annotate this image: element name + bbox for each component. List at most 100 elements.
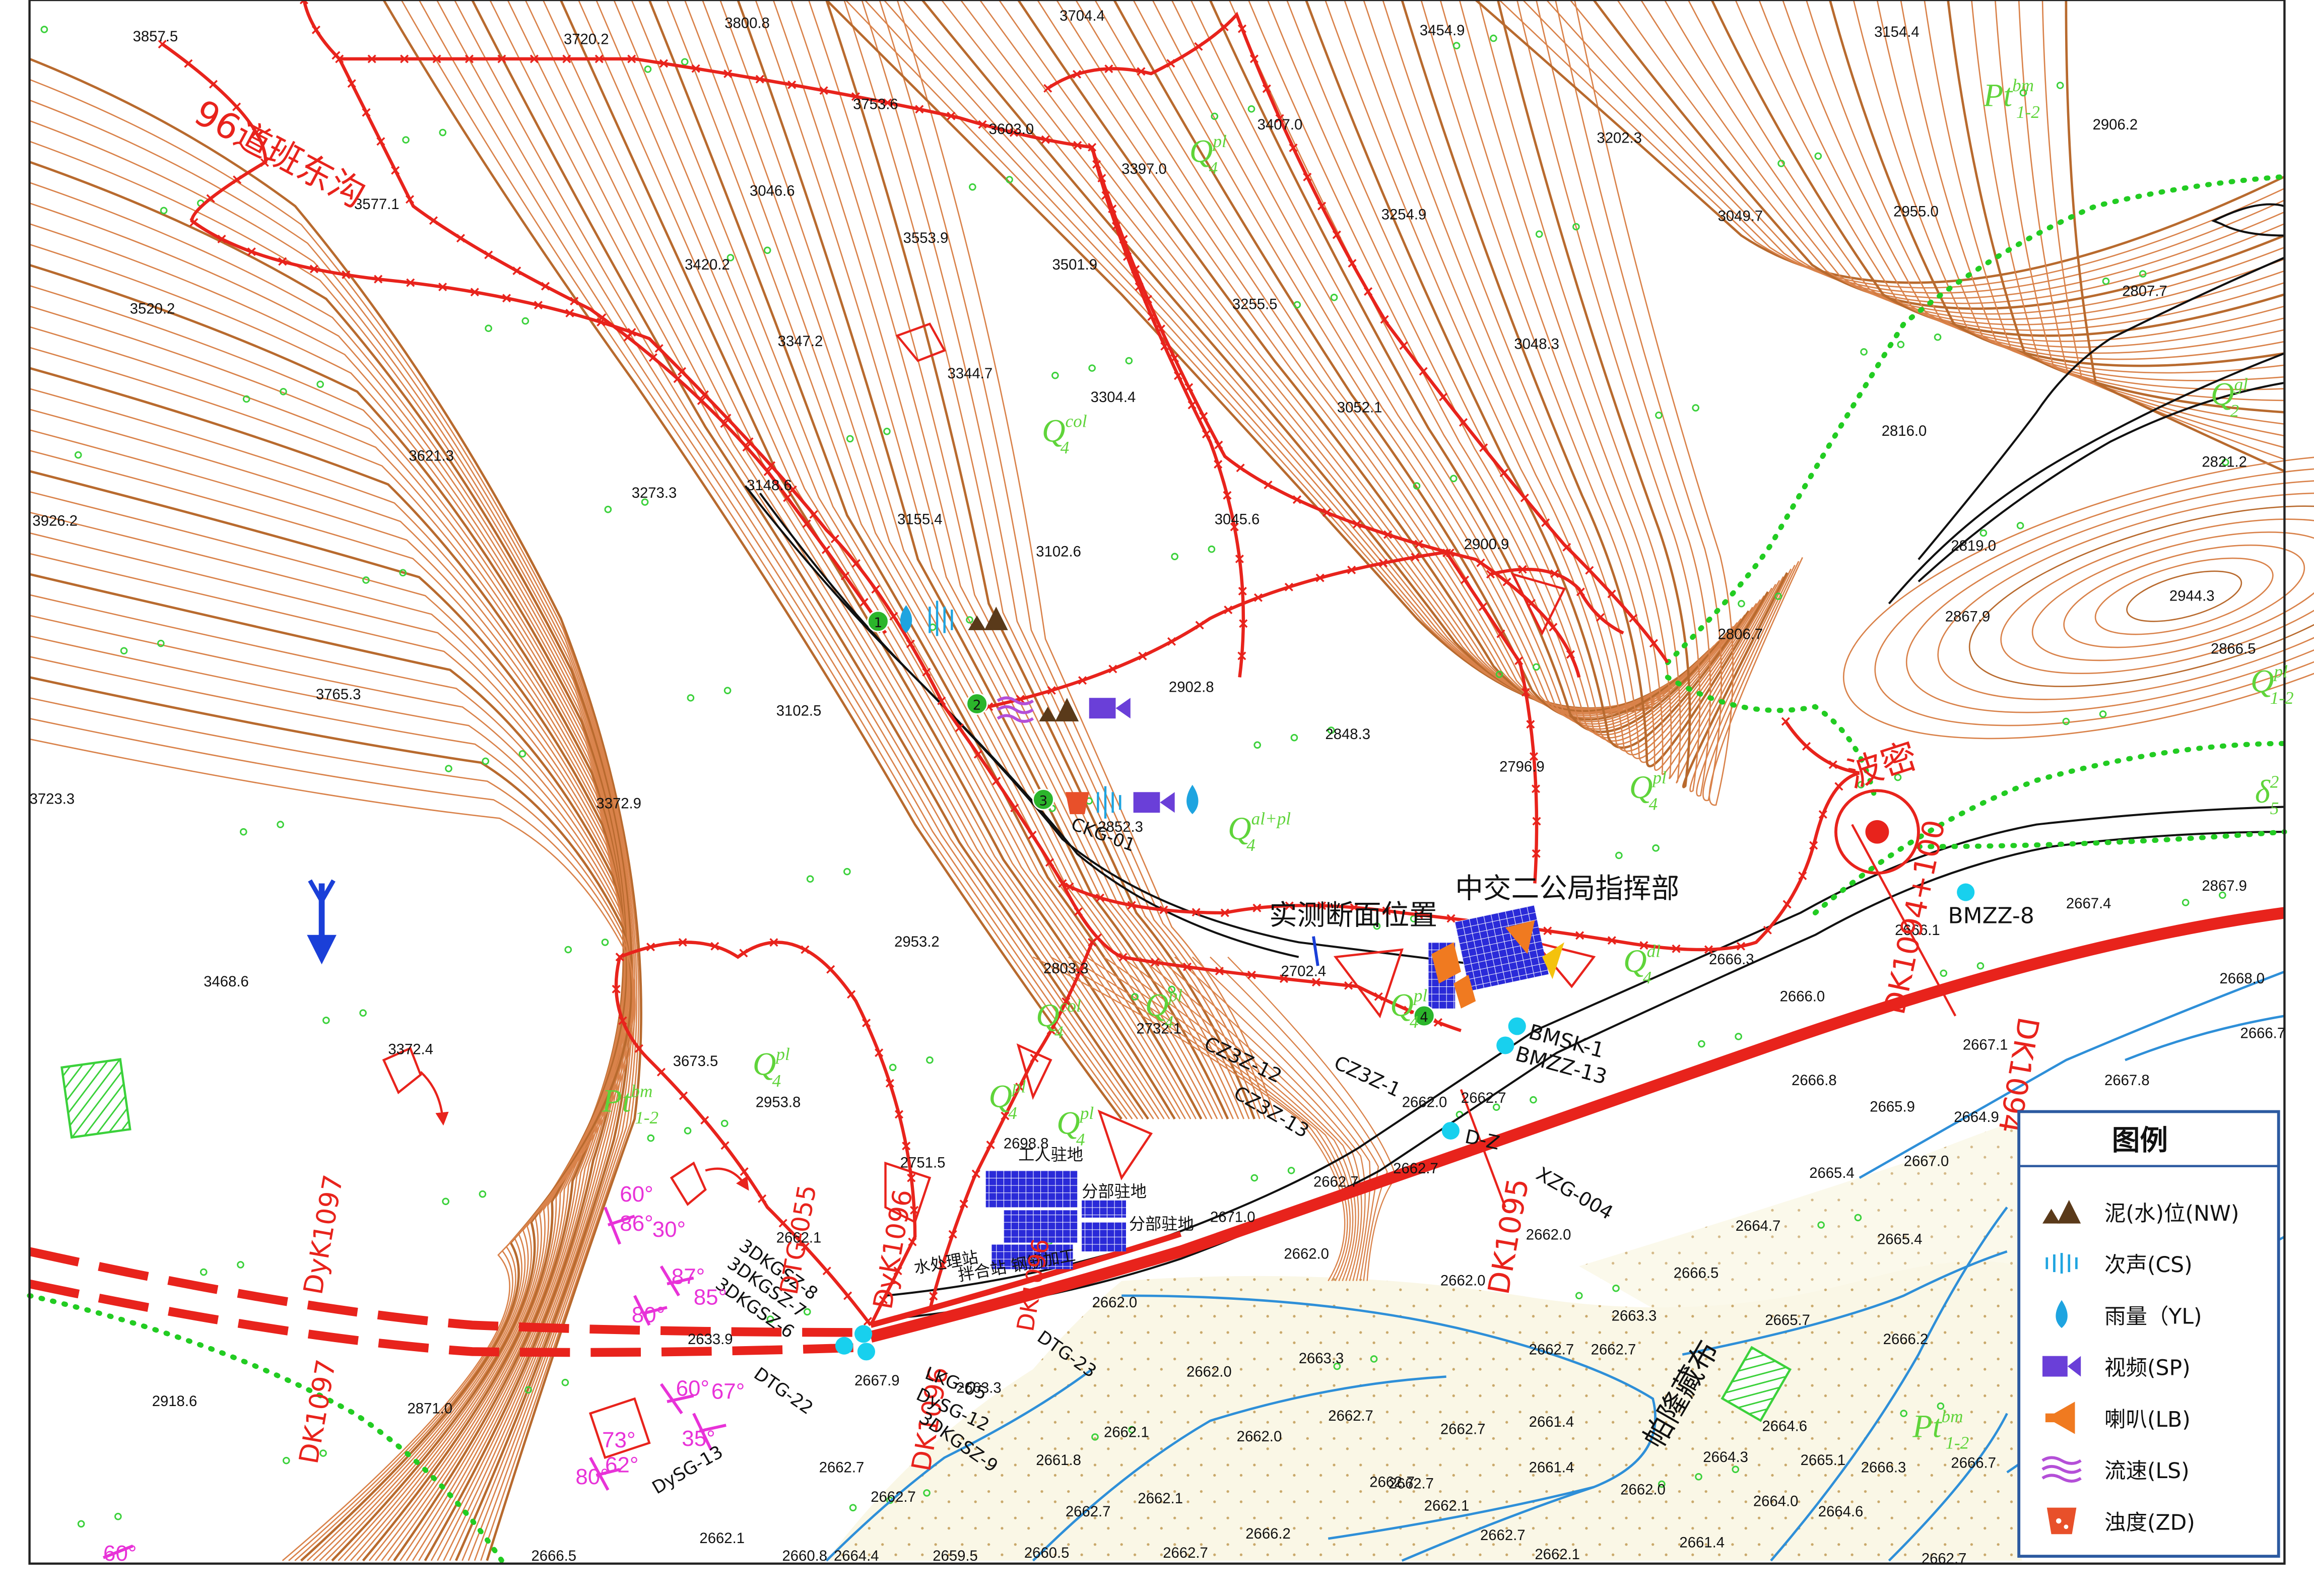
elevation-label: 2666.2 bbox=[1883, 1332, 1929, 1348]
elevation-label: 2661.4 bbox=[1679, 1535, 1725, 1551]
legend-item-label: 次声(CS) bbox=[2104, 1253, 2193, 1278]
dip-angle-label: 60° bbox=[620, 1182, 653, 1207]
elevation-label: 2667.9 bbox=[854, 1373, 900, 1389]
elevation-label: 3052.1 bbox=[1337, 400, 1382, 416]
dip-angle-label: 80° bbox=[575, 1465, 609, 1489]
elevation-label: 2666.5 bbox=[532, 1548, 577, 1564]
elevation-label: 2666.8 bbox=[1792, 1073, 1837, 1089]
borehole-dot bbox=[1508, 1017, 1526, 1035]
elevation-label: 3673.5 bbox=[673, 1053, 718, 1070]
green-hatch-area bbox=[60, 1058, 131, 1139]
elevation-label: 2702.4 bbox=[1281, 964, 1327, 980]
elevation-label: 2662.1 bbox=[699, 1531, 745, 1547]
elevation-label: 3501.9 bbox=[1052, 257, 1098, 273]
elevation-label: 3255.5 bbox=[1232, 297, 1278, 313]
elevation-label: 2662.7 bbox=[1440, 1422, 1486, 1438]
camp-block bbox=[1082, 1200, 1126, 1218]
elevation-label: 2821.2 bbox=[2202, 454, 2247, 470]
borehole-label: BMZZ-8 bbox=[1948, 903, 2034, 928]
elevation-label: 3553.9 bbox=[903, 230, 949, 246]
elevation-label: 2662.1 bbox=[1535, 1547, 1580, 1563]
elevation-label: 3926.2 bbox=[32, 513, 78, 529]
elevation-label: 3753.6 bbox=[853, 96, 898, 112]
elevation-label: 3468.6 bbox=[204, 974, 249, 990]
elevation-label: 2662.7 bbox=[1328, 1408, 1373, 1424]
elevation-label: 3857.5 bbox=[133, 29, 178, 45]
elevation-label: 2902.8 bbox=[1169, 680, 1214, 696]
elevation-label: 2953.2 bbox=[894, 934, 940, 950]
elevation-label: 2666.0 bbox=[1780, 988, 1825, 1005]
elevation-label: 2664.3 bbox=[1703, 1449, 1748, 1466]
elevation-label: 2665.4 bbox=[1877, 1232, 1923, 1248]
dip-angle-label: 73° bbox=[602, 1428, 635, 1452]
elevation-label: 3202.3 bbox=[1597, 130, 1642, 147]
elevation-label: 3420.2 bbox=[685, 257, 730, 273]
elevation-label: 3045.6 bbox=[1215, 511, 1260, 527]
elevation-label: 2871.0 bbox=[407, 1401, 452, 1417]
elevation-label: 2866.5 bbox=[2211, 641, 2256, 657]
borehole-dot bbox=[835, 1337, 853, 1355]
elevation-label: 2667.4 bbox=[2066, 896, 2111, 912]
elevation-label: 2664.0 bbox=[1753, 1494, 1799, 1510]
elevation-label: 2944.3 bbox=[2169, 588, 2215, 604]
elevation-label: 2662.7 bbox=[1313, 1174, 1359, 1190]
dip-angle-label: 60° bbox=[103, 1541, 137, 1566]
elevation-label: 2662.0 bbox=[1620, 1482, 1666, 1498]
elevation-label: 3102.5 bbox=[776, 703, 822, 719]
elevation-label: 2666.3 bbox=[1709, 952, 1754, 968]
borehole-dot bbox=[1441, 1121, 1460, 1140]
dip-angle-label: 67° bbox=[711, 1379, 745, 1404]
elevation-label: 3765.3 bbox=[316, 687, 361, 703]
elevation-label: 2807.7 bbox=[2122, 283, 2167, 299]
elevation-label: 2662.1 bbox=[1424, 1498, 1470, 1514]
elevation-label: 2732.1 bbox=[1136, 1021, 1181, 1037]
station-number: 2 bbox=[973, 698, 981, 713]
legend-title: 图例 bbox=[2112, 1124, 2168, 1157]
elevation-label: 2659.5 bbox=[933, 1548, 978, 1564]
borehole-dot bbox=[854, 1325, 873, 1343]
elevation-label: 2816.0 bbox=[1882, 423, 1927, 439]
bomi-dot bbox=[1865, 820, 1889, 844]
elevation-label: 2662.1 bbox=[1138, 1491, 1183, 1507]
legend-item-label: 浊度(ZD) bbox=[2104, 1511, 2195, 1536]
elevation-label: 2665.7 bbox=[1765, 1312, 1810, 1328]
station-number: 1 bbox=[874, 616, 882, 631]
elevation-label: 2665.9 bbox=[1870, 1099, 1915, 1115]
elevation-label: 2867.9 bbox=[1945, 609, 1991, 625]
elevation-label: 2751.5 bbox=[900, 1155, 946, 1171]
elevation-label: 2955.0 bbox=[1893, 204, 1939, 220]
dip-angle-label: 30° bbox=[652, 1217, 686, 1242]
elevation-label: 3254.9 bbox=[1381, 207, 1427, 223]
elevation-label: 2662.7 bbox=[1461, 1090, 1506, 1106]
elevation-label: 2662.0 bbox=[1284, 1246, 1329, 1262]
elevation-label: 2662.7 bbox=[1529, 1342, 1574, 1358]
elevation-label: 2662.7 bbox=[1922, 1551, 1967, 1567]
elevation-label: 2660.8 bbox=[782, 1548, 827, 1564]
elevation-label: 2662.7 bbox=[1480, 1527, 1526, 1544]
elevation-label: 3148.6 bbox=[747, 478, 792, 494]
elevation-label: 3621.3 bbox=[409, 448, 454, 464]
elevation-label: 2664.4 bbox=[834, 1548, 879, 1564]
elevation-label: 2667.1 bbox=[1963, 1037, 2008, 1053]
elevation-label: 3046.6 bbox=[750, 183, 795, 200]
worker-camp-label: 工人驻地 bbox=[1018, 1145, 1083, 1164]
elevation-label: 2666.3 bbox=[1861, 1460, 1906, 1476]
elevation-label: 2662.7 bbox=[1591, 1342, 1636, 1358]
elevation-label: 2665.4 bbox=[1809, 1165, 1855, 1181]
elevation-label: 3454.9 bbox=[1420, 23, 1465, 39]
elevation-label: 3344.7 bbox=[948, 366, 993, 382]
elevation-label: 2665.1 bbox=[1801, 1452, 1846, 1469]
elevation-label: 2662.0 bbox=[1237, 1429, 1282, 1445]
elevation-label: 2900.9 bbox=[1464, 537, 1509, 553]
elevation-label: 2663.3 bbox=[1299, 1351, 1344, 1367]
legend-item-label: 喇叭(LB) bbox=[2104, 1408, 2191, 1432]
elevation-label: 2633.9 bbox=[688, 1332, 733, 1348]
elevation-label: 2819.0 bbox=[1951, 538, 1996, 554]
elevation-label: 2906.2 bbox=[2093, 117, 2138, 133]
elevation-label: 2663.3 bbox=[1612, 1308, 1657, 1324]
elevation-label: 2796.9 bbox=[1499, 759, 1545, 775]
dip-angle-label: 85° bbox=[694, 1285, 727, 1309]
legend-item: 浊度(ZD) bbox=[2046, 1507, 2195, 1536]
elevation-label: 3347.2 bbox=[778, 334, 823, 350]
elevation-label: 2662.0 bbox=[1092, 1295, 1138, 1311]
